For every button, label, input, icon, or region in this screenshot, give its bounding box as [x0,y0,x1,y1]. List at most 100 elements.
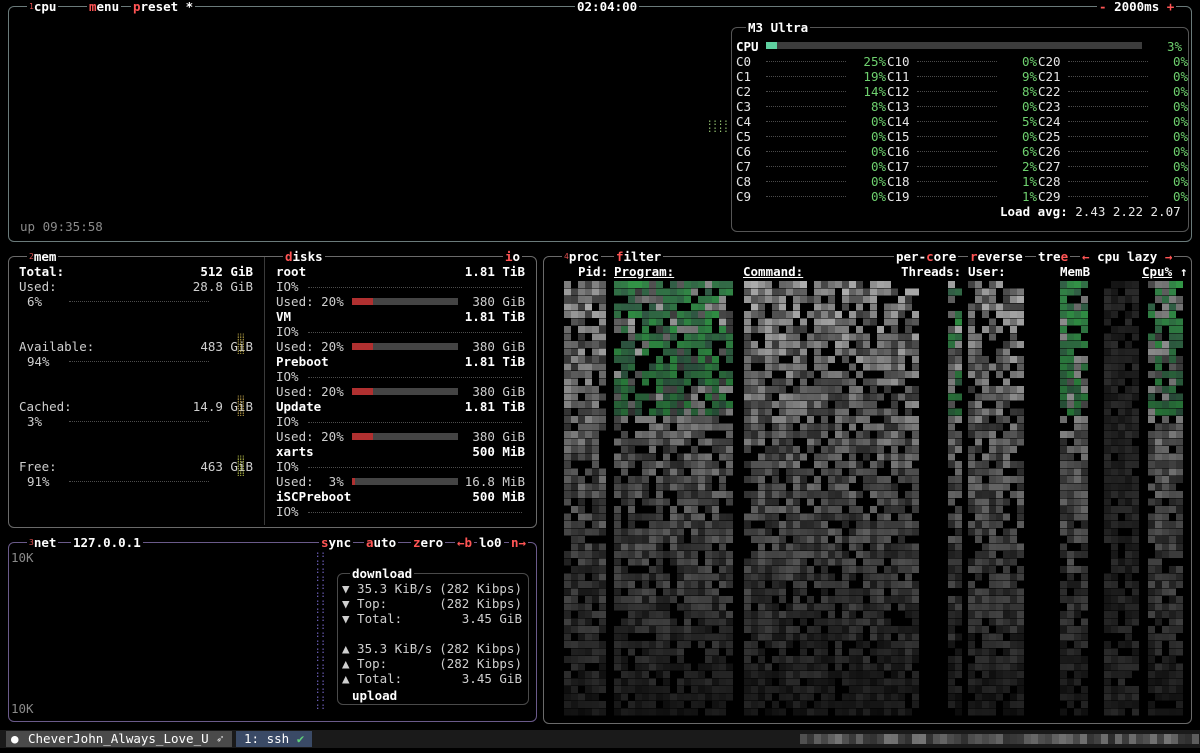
redacted-cell [635,401,642,408]
tree-toggle[interactable]: tree [1036,249,1071,264]
redacted-cell [779,566,786,573]
redacted-cell [898,543,905,551]
disk-name[interactable]: xarts [276,444,314,459]
col-memb[interactable]: MemB [1060,264,1090,279]
redacted-cell [621,573,628,581]
redacted-cell [1176,393,1183,401]
redacted-cell [968,566,975,573]
col-program[interactable]: Program: [614,264,674,279]
redacted-cell [649,528,656,536]
redacted-cell [684,626,691,633]
interval-increase-button[interactable]: + [1167,0,1175,14]
redacted-cell [656,303,663,311]
redacted-cell [677,468,684,476]
session-segment[interactable]: ● CheverJohn_Always_Love_U ➶ [6,731,232,747]
reverse-toggle[interactable]: reverse [968,249,1025,264]
redacted-cell [705,498,712,506]
redacted-cell [1111,288,1118,296]
redacted-cell [758,566,765,573]
redacted-cell [891,734,898,744]
redacted-cell [793,363,800,371]
disk-name[interactable]: root [276,264,306,279]
prev-interface-button[interactable]: ←b [455,535,475,550]
col-threads[interactable]: Threads: [901,264,961,279]
disks-title[interactable]: disks [283,249,325,264]
filter-button[interactable]: filter [614,249,664,264]
col-cpu[interactable]: Cpu% [1142,264,1172,279]
col-pid[interactable]: Pid: [578,264,608,279]
net-panel-title[interactable]: 3net [27,535,59,550]
redacted-cell [677,431,684,438]
sort-direction-arrow[interactable]: ↑ [1180,264,1188,279]
window-segment[interactable]: 1: ssh ✔ [236,731,313,747]
disk-name[interactable]: Preboot [276,354,329,369]
col-command[interactable]: Command: [743,264,803,279]
per-core-toggle[interactable]: per-core [894,249,959,264]
sort-selector[interactable]: ← cpu lazy → [1080,249,1175,264]
zero-toggle[interactable]: zero [411,535,446,550]
redacted-cell [1067,401,1074,408]
redacted-cell [863,363,870,371]
cpu-panel-title[interactable]: 1cpu [27,0,59,14]
disk-name[interactable]: iSCPreboot [276,489,351,504]
disk-name[interactable]: Update [276,399,321,414]
redacted-cell [898,461,905,468]
redacted-cell [821,468,828,476]
redacted-cell [1074,648,1081,656]
redacted-cell [1060,476,1067,483]
redacted-cell [891,506,898,513]
redacted-cell [684,363,691,371]
redacted-cell [1081,581,1088,588]
sort-prev-button[interactable]: ← [1082,249,1090,264]
sort-next-button[interactable]: → [1165,249,1173,264]
redacted-cell [884,693,891,701]
mem-panel-title[interactable]: 2mem [27,249,59,264]
disk-name[interactable]: VM [276,309,291,324]
redacted-cell [719,626,726,633]
redacted-cell [1169,453,1176,461]
redacted-cell [1010,356,1017,363]
redacted-cell [800,663,807,671]
interval-decrease-button[interactable]: - [1099,0,1107,14]
redacted-cell [814,648,821,656]
redacted-cell [656,581,663,588]
redacted-cell [765,708,772,716]
redacted-cell [968,734,975,744]
proc-panel-title[interactable]: 4proc [562,249,601,264]
redacted-cell [828,701,835,708]
redacted-cell [744,513,751,521]
redacted-cell [698,483,705,491]
redacted-cell [765,401,772,408]
redacted-cell [975,288,982,296]
process-list-redacted[interactable] [564,281,1188,721]
sync-toggle[interactable]: sync [319,535,354,550]
redacted-cell [1067,551,1074,558]
col-user[interactable]: User: [968,264,1006,279]
redacted-cell [1169,641,1176,648]
redacted-cell [786,431,793,438]
redacted-cell [1111,536,1118,543]
auto-toggle[interactable]: auto [364,535,399,550]
redacted-cell [1176,686,1183,693]
menu-button[interactable]: menu [87,0,122,14]
redacted-cell [758,491,765,498]
redacted-cell [592,438,599,446]
preset-button[interactable]: preset * [131,0,196,14]
redacted-cell [1024,734,1031,744]
redacted-cell [814,573,821,581]
redacted-cell [955,438,962,446]
redacted-cell [571,476,578,483]
redacted-cell [807,536,814,543]
redacted-cell [905,663,912,671]
redacted-cell [779,386,786,393]
redacted-cell [663,671,670,678]
next-interface-button[interactable]: n→ [509,535,529,550]
update-interval[interactable]: - 2000ms + [1097,0,1177,14]
redacted-cell [621,446,628,453]
io-toggle[interactable]: io [503,249,523,264]
redacted-cell [621,596,628,603]
redacted-cell [1132,648,1139,656]
redacted-cell [1155,348,1162,356]
redacted-cell [814,356,821,363]
redacted-cell [828,656,835,663]
